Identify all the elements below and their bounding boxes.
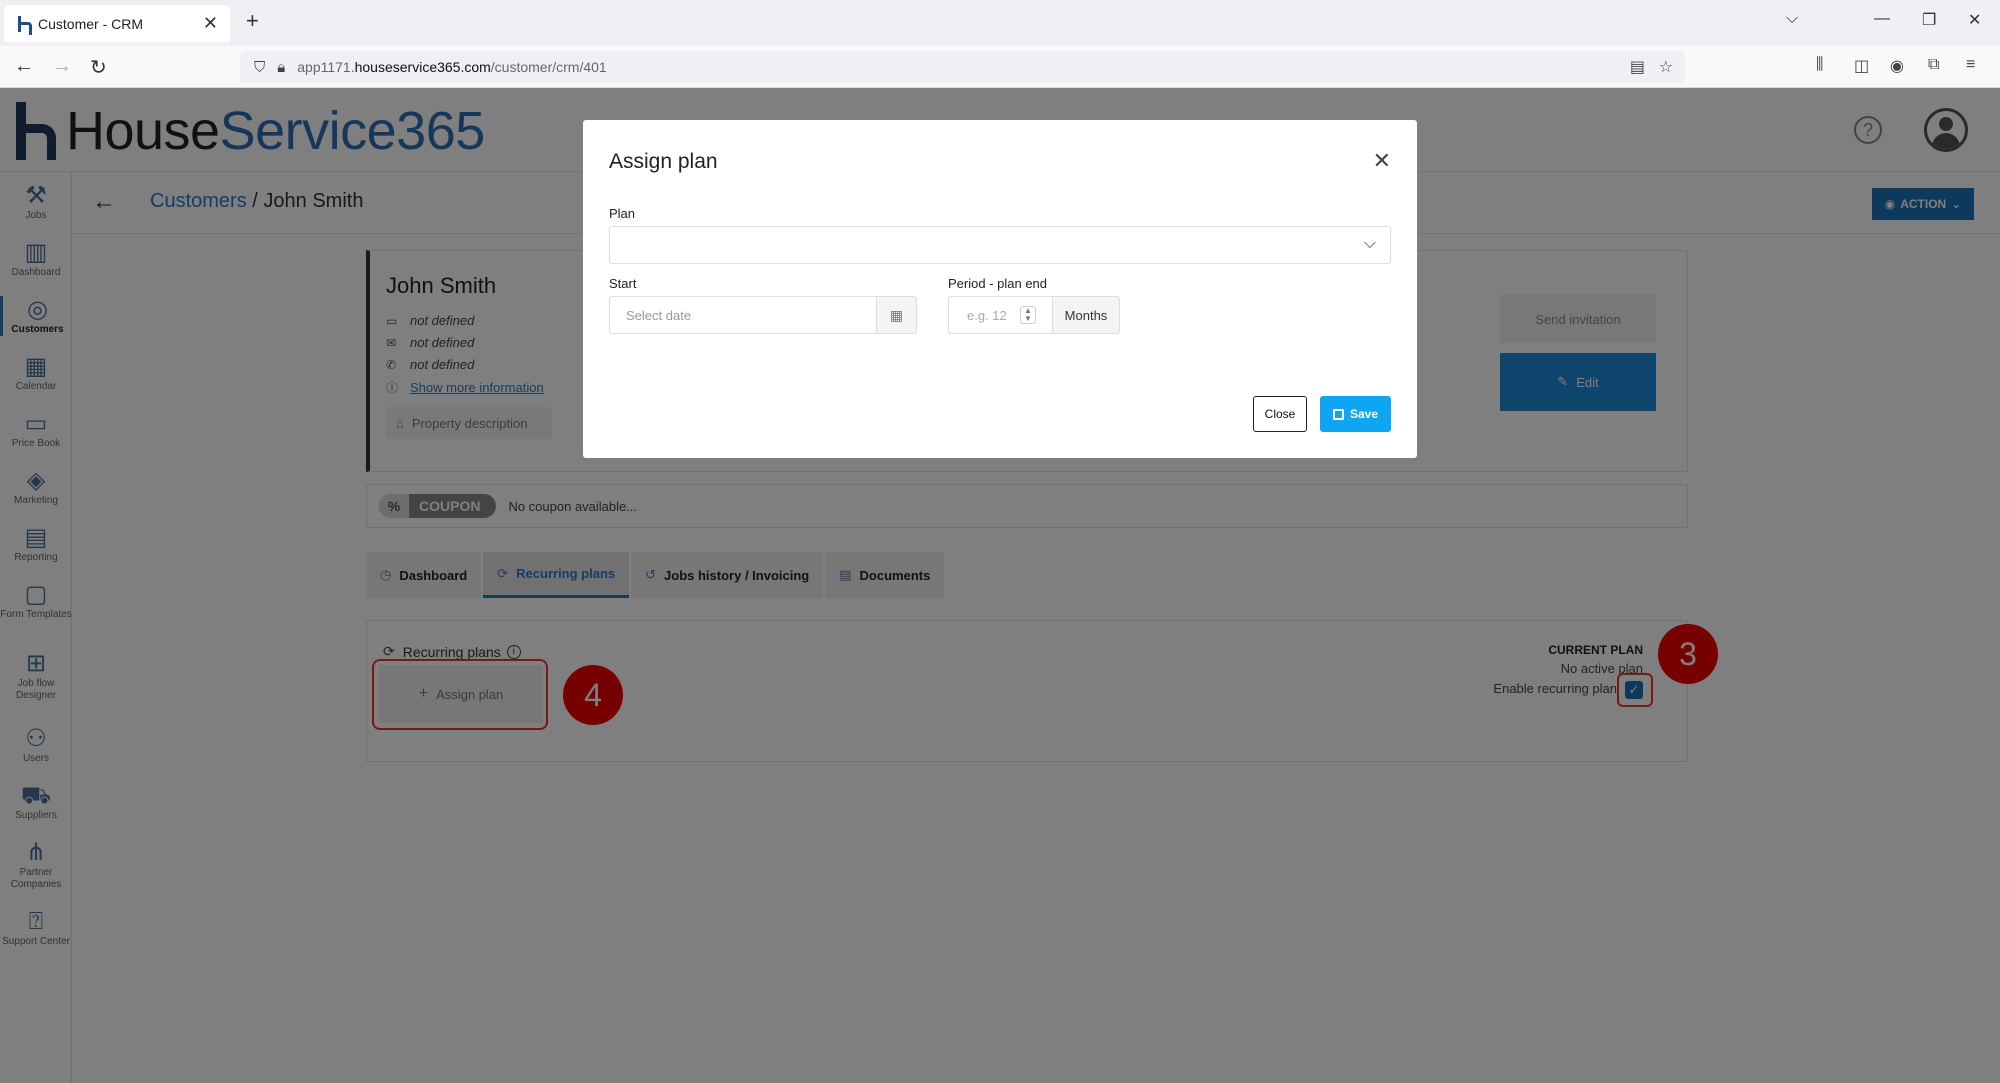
window-close-icon[interactable]: ✕: [1968, 10, 1981, 30]
forward-icon[interactable]: →: [52, 55, 72, 78]
save-disk-icon: [1332, 408, 1344, 420]
plan-select[interactable]: ⌵: [609, 226, 1391, 264]
restore-icon[interactable]: ❐: [1922, 10, 1936, 30]
library-icon[interactable]: ⫼: [1816, 56, 1823, 74]
plan-label: Plan: [609, 206, 636, 221]
tab-title: Customer - CRM: [38, 15, 144, 32]
extensions-icon[interactable]: ⧉: [1928, 56, 1939, 74]
browser-addressbar: ← → ↻ ⛉ 🔒︎ app1171. houseservice365.com/c…: [0, 46, 2000, 88]
chevron-down-icon: ⌵: [1363, 235, 1376, 252]
save-button[interactable]: Save: [1320, 396, 1391, 432]
assign-plan-modal: Assign plan ✕ Plan ⌵ Start Select date ▦…: [583, 120, 1417, 458]
new-tab-icon[interactable]: +: [246, 8, 259, 34]
bookmark-star-icon[interactable]: ☆: [1659, 57, 1673, 77]
reload-icon[interactable]: ↻: [90, 55, 107, 80]
modal-title: Assign plan: [609, 150, 718, 173]
favicon-icon: [16, 15, 32, 35]
url-prefix: app1171.: [297, 59, 355, 75]
calendar-icon[interactable]: ▦: [876, 297, 916, 333]
tab-list-chevron-icon[interactable]: ⌵: [1786, 10, 1798, 28]
url-field[interactable]: ⛉ 🔒︎ app1171. houseservice365.com/custome…: [240, 51, 1685, 83]
period-input[interactable]: e.g. 12 ▲ ▼: [948, 296, 1053, 334]
lock-icon: 🔒︎: [277, 58, 286, 76]
shield-icon: ⛉: [254, 58, 266, 76]
period-unit: Months: [1053, 296, 1120, 334]
start-label: Start: [609, 276, 637, 291]
close-icon[interactable]: ✕: [1373, 148, 1391, 174]
tab-close-icon[interactable]: ✕: [203, 13, 218, 34]
menu-icon[interactable]: ≡: [1966, 56, 1975, 74]
url-host: houseservice365.com: [354, 59, 491, 75]
spinner-icon[interactable]: ▲ ▼: [1020, 306, 1036, 324]
minimize-icon[interactable]: —: [1874, 10, 1890, 28]
sidebar-toggle-icon[interactable]: ◫: [1854, 56, 1869, 76]
period-label: Period - plan end: [948, 276, 1048, 291]
reader-view-icon[interactable]: ▤: [1630, 57, 1645, 77]
browser-tabbar: Customer - CRM ✕ + ⌵ — ❐ ✕: [0, 0, 2000, 46]
account-icon[interactable]: ◉: [1890, 56, 1904, 76]
url-path: /customer/crm/401: [490, 59, 607, 75]
close-button[interactable]: Close: [1253, 396, 1307, 432]
browser-tab[interactable]: Customer - CRM ✕: [4, 5, 230, 42]
back-icon[interactable]: ←: [14, 55, 34, 78]
start-date-input[interactable]: Select date ▦: [609, 296, 917, 334]
